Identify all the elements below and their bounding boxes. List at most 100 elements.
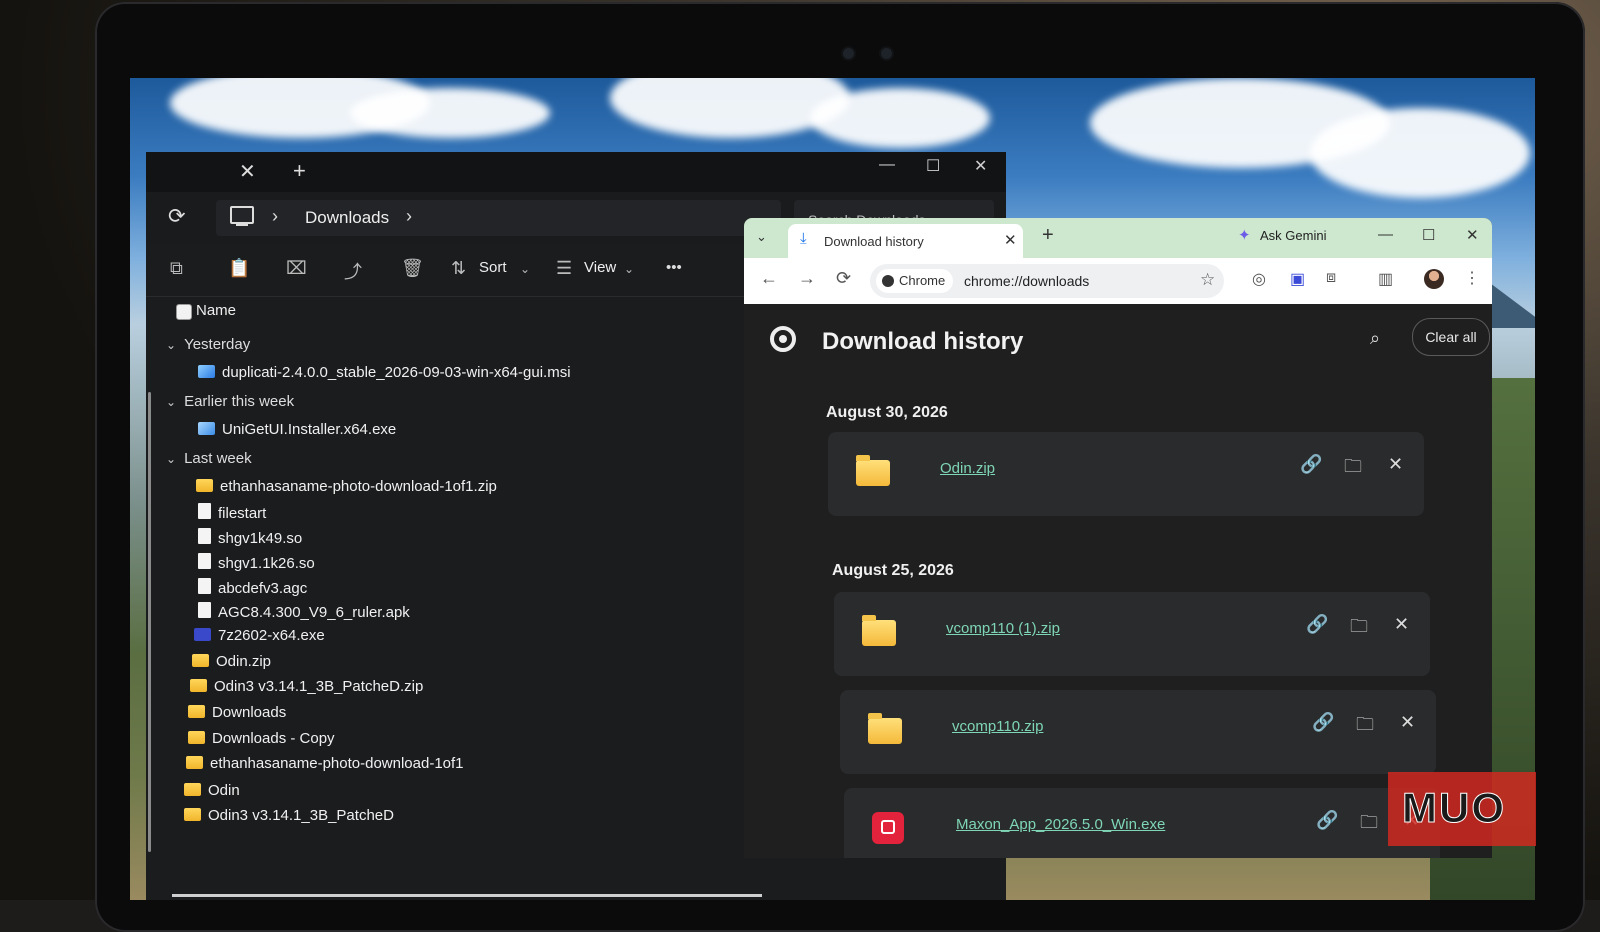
select-all-checkbox[interactable] — [176, 304, 192, 320]
tab-download-history[interactable]: ⤓ Download history ✕ — [788, 224, 1023, 258]
chevron-down-icon[interactable]: ⌄ — [520, 262, 530, 276]
close-window-button[interactable]: ✕ — [974, 156, 987, 176]
chrome-tab-strip: ⌄ ⤓ Download history ✕ + ✦ Ask Gemini — … — [744, 218, 1492, 258]
close-window-button[interactable]: ✕ — [1466, 226, 1479, 244]
back-icon[interactable]: ← — [760, 268, 778, 289]
share-icon[interactable]: ⤴ — [344, 258, 362, 284]
sort-icon[interactable]: ⇅ — [451, 258, 466, 279]
7zip-icon — [194, 628, 211, 641]
chevron-right-icon[interactable]: › — [272, 206, 278, 227]
watermark-logo: MUO — [1388, 772, 1536, 846]
group-header[interactable]: ⌄ Yesterday — [166, 336, 250, 353]
download-item: vcomp110 (1).zip 🔗 🗀 ✕ — [834, 592, 1430, 676]
vertical-scrollbar[interactable] — [148, 392, 151, 852]
folder-icon — [184, 808, 201, 821]
remove-icon[interactable]: ✕ — [1400, 712, 1415, 733]
extension-icon[interactable]: ▣ — [1290, 269, 1305, 289]
list-item[interactable]: Odin3 v3.14.1_3B_PatcheD.zip — [190, 678, 423, 695]
chevron-down-icon: ⌄ — [166, 452, 177, 466]
list-item[interactable]: UniGetUI.Installer.x64.exe — [198, 421, 396, 438]
forward-icon[interactable]: → — [798, 268, 816, 289]
list-item[interactable]: duplicati-2.4.0.0_stable_2026-09-03-win-… — [198, 364, 571, 381]
download-link[interactable]: Odin.zip — [940, 460, 995, 477]
chevron-right-icon[interactable]: › — [406, 206, 412, 227]
list-item[interactable]: AGC8.4.300_V9_6_ruler.apk — [198, 602, 410, 621]
list-item[interactable]: shgv1k49.so — [198, 528, 302, 547]
avatar[interactable] — [1424, 269, 1444, 289]
omnibox[interactable]: Chrome chrome://downloads ☆ — [870, 264, 1224, 298]
close-tab-icon[interactable]: ✕ — [239, 159, 256, 184]
column-header-name[interactable]: Name — [196, 302, 236, 319]
chevron-down-icon: ⌄ — [166, 338, 177, 352]
side-panel-icon[interactable]: ▥ — [1378, 269, 1393, 289]
breadcrumb-downloads[interactable]: Downloads — [305, 208, 389, 228]
zip-folder-icon — [190, 679, 207, 692]
list-item[interactable]: Odin.zip — [192, 653, 271, 670]
copy-link-icon[interactable]: 🔗 — [1316, 810, 1338, 831]
copy-link-icon[interactable]: 🔗 — [1306, 614, 1328, 635]
list-item[interactable]: 7z2602-x64.exe — [194, 627, 325, 644]
paste-icon[interactable]: 📋 — [228, 258, 250, 279]
extensions-puzzle-icon[interactable]: ⧈ — [1326, 269, 1336, 287]
maximize-button[interactable]: ☐ — [1422, 226, 1435, 244]
list-item[interactable]: filestart — [198, 503, 266, 522]
watermark-text: MUO — [1402, 784, 1506, 832]
download-link[interactable]: vcomp110 (1).zip — [946, 620, 1060, 637]
url-text[interactable]: chrome://downloads — [964, 273, 1089, 289]
show-in-folder-icon[interactable]: 🗀 — [1344, 454, 1362, 484]
new-tab-button[interactable]: + — [1042, 224, 1054, 247]
clear-all-button[interactable]: Clear all — [1412, 318, 1490, 356]
view-button[interactable]: View — [584, 259, 616, 276]
show-in-folder-icon[interactable]: 🗀 — [1350, 614, 1368, 644]
remove-icon[interactable]: ✕ — [1394, 614, 1409, 635]
kebab-menu-icon[interactable]: ⋮ — [1464, 268, 1480, 288]
copy-icon[interactable]: ⧉ — [170, 258, 183, 279]
file-icon — [198, 503, 211, 519]
close-tab-icon[interactable]: ✕ — [1004, 231, 1017, 249]
sort-button[interactable]: Sort — [479, 259, 507, 276]
refresh-icon[interactable]: ⟳ — [168, 204, 186, 229]
download-link[interactable]: vcomp110.zip — [952, 718, 1043, 735]
file-icon — [198, 553, 211, 569]
copy-link-icon[interactable]: 🔗 — [1312, 712, 1334, 733]
maximize-button[interactable]: ☐ — [926, 156, 940, 176]
list-item[interactable]: Downloads - Copy — [188, 730, 335, 747]
chevron-down-icon[interactable]: ⌄ — [624, 262, 634, 276]
group-header[interactable]: ⌄ Earlier this week — [166, 393, 294, 410]
minimize-button[interactable]: — — [879, 156, 895, 174]
download-item: Odin.zip 🔗 🗀 ✕ — [828, 432, 1424, 516]
list-item[interactable]: Downloads — [188, 704, 286, 721]
reload-icon[interactable]: ⟳ — [836, 268, 851, 289]
list-item[interactable]: ethanhasaname-photo-download-1of1 — [186, 755, 464, 772]
new-tab-button[interactable]: + — [293, 158, 306, 184]
msi-file-icon — [198, 365, 215, 378]
list-item[interactable]: ethanhasaname-photo-download-1of1.zip — [196, 478, 497, 495]
ask-gemini-button[interactable]: Ask Gemini — [1260, 228, 1326, 243]
folder-icon — [186, 756, 203, 769]
remove-icon[interactable]: ✕ — [1388, 454, 1403, 475]
minimize-button[interactable]: — — [1378, 226, 1393, 243]
list-item[interactable]: Odin3 v3.14.1_3B_PatcheD — [184, 807, 394, 824]
show-in-folder-icon[interactable]: 🗀 — [1360, 810, 1378, 840]
download-link[interactable]: Maxon_App_2026.5.0_Win.exe — [956, 816, 1165, 833]
tab-search-icon[interactable]: ⌄ — [756, 229, 767, 245]
list-item[interactable]: Odin — [184, 782, 240, 799]
extension-icon[interactable]: ◎ — [1252, 269, 1266, 289]
list-item[interactable]: shgv1.1k26.so — [198, 553, 315, 572]
copy-link-icon[interactable]: 🔗 — [1300, 454, 1322, 475]
folder-icon — [188, 731, 205, 744]
show-in-folder-icon[interactable]: 🗀 — [1356, 712, 1374, 742]
gemini-icon[interactable]: ✦ — [1238, 226, 1251, 244]
view-icon[interactable]: ☰ — [556, 258, 572, 279]
this-pc-icon[interactable] — [230, 206, 254, 226]
more-options-button[interactable]: ••• — [666, 259, 682, 276]
site-chip[interactable]: Chrome — [876, 269, 954, 293]
delete-icon[interactable]: 🗑 — [401, 258, 424, 279]
horizontal-scrollbar[interactable] — [172, 894, 762, 897]
bookmark-star-icon[interactable]: ☆ — [1200, 270, 1215, 290]
list-item[interactable]: abcdefv3.agc — [198, 578, 307, 597]
group-header[interactable]: ⌄ Last week — [166, 450, 252, 467]
address-bar[interactable]: › Downloads › — [216, 200, 781, 236]
search-icon[interactable]: ⌕ — [1370, 328, 1380, 349]
rename-icon[interactable]: ⌧ — [286, 258, 307, 279]
